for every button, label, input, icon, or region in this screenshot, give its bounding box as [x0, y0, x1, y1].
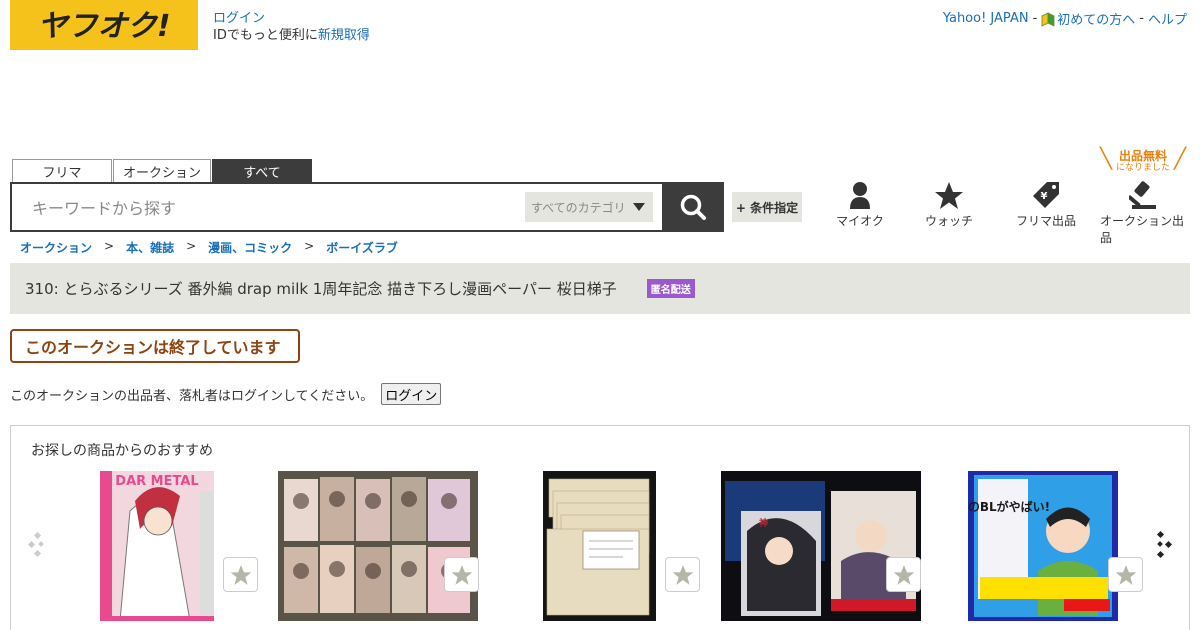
- rec-item-3-image[interactable]: [543, 471, 656, 621]
- recommendation-panel: お探しの商品からのおすすめ DAR METAL 神 のBLがやばい!: [10, 425, 1190, 630]
- nav-watch-label: ウォッチ: [924, 214, 973, 228]
- star-icon: [230, 564, 251, 585]
- search-tabs: フリマ オークション すべて: [12, 159, 313, 182]
- badge-slash-left: ╲: [1100, 146, 1113, 170]
- rec-item-5-image[interactable]: このBLがやばい!: [968, 471, 1118, 621]
- breadcrumb-bl[interactable]: ボーイズラブ: [326, 239, 398, 256]
- star-icon: [672, 564, 693, 585]
- svg-text:神: 神: [759, 517, 768, 529]
- person-icon: [850, 182, 870, 209]
- auction-ended-notice: このオークションは終了しています: [10, 329, 300, 363]
- breadcrumb-separator: >: [104, 239, 115, 253]
- item-title: 310: とらぶるシリーズ 番外編 drap milk 1周年記念 描き下ろし漫…: [25, 280, 617, 298]
- help-link[interactable]: ヘルプ: [1148, 9, 1187, 28]
- rec-item-1-watch-button[interactable]: [223, 557, 258, 592]
- login-prompt: このオークションの出品者、落札者はログインしてください。 ログイン: [10, 383, 442, 405]
- nav-auction-listing[interactable]: オークション出品: [1100, 178, 1188, 246]
- breadcrumb: オークション > 本、雑誌 > 漫画、コミック > ボーイズラブ: [20, 239, 398, 256]
- breadcrumb-comics[interactable]: 漫画、コミック: [208, 239, 292, 256]
- beginner-mark-icon: [1041, 12, 1055, 27]
- rec-item-1-image[interactable]: DAR METAL: [100, 471, 214, 621]
- star-icon: [1115, 564, 1136, 585]
- header-login-link[interactable]: ログイン: [213, 11, 265, 26]
- nav-watch[interactable]: ウォッチ: [922, 178, 976, 229]
- nav-myauction-label: マイオク: [836, 214, 884, 228]
- gavel-icon: [1129, 181, 1156, 209]
- yen-tag-icon: ¥: [1033, 182, 1059, 208]
- top-links: Yahoo! JAPAN - 初めての方へ - ヘルプ: [943, 9, 1187, 28]
- beginner-link[interactable]: 初めての方へ: [1041, 9, 1135, 28]
- signup-link[interactable]: 新規取得: [318, 28, 370, 43]
- rec-item-4-image[interactable]: 神: [721, 471, 921, 621]
- rec-item-2-image[interactable]: [278, 471, 478, 621]
- star-icon: [935, 181, 963, 209]
- search-input[interactable]: [32, 196, 512, 220]
- search-icon: [680, 194, 706, 220]
- yahuoku-logo[interactable]: ヤフオク!: [10, 0, 198, 50]
- star-icon: [451, 564, 472, 585]
- nav-flea-listing-label: フリマ出品: [1016, 214, 1077, 228]
- search-button[interactable]: [662, 182, 724, 232]
- breadcrumb-separator: >: [304, 239, 315, 253]
- breadcrumb-books[interactable]: 本、雑誌: [126, 239, 174, 256]
- category-select-label: すべてのカテゴリ: [531, 200, 626, 215]
- beginner-link-label: 初めての方へ: [1057, 13, 1136, 28]
- badge-slash-right: ╱: [1173, 146, 1186, 170]
- logo-text: ヤフオク!: [37, 9, 170, 44]
- tab-all[interactable]: すべて: [212, 159, 312, 182]
- svg-text:¥: ¥: [1041, 191, 1048, 202]
- rec-item-5-watch-button[interactable]: [1108, 557, 1143, 592]
- carousel-prev-icon[interactable]: [27, 532, 47, 558]
- breadcrumb-auction[interactable]: オークション: [20, 239, 92, 256]
- rec-item-1-cover-text: DAR METAL: [115, 474, 198, 489]
- star-icon: [893, 564, 914, 585]
- breadcrumb-separator: >: [186, 239, 197, 253]
- rec-item-3-watch-button[interactable]: [665, 557, 700, 592]
- login-area: ログイン IDでもっと便利に新規取得: [213, 10, 370, 44]
- carousel-next-icon[interactable]: [1155, 530, 1175, 560]
- category-select[interactable]: すべてのカテゴリ: [525, 192, 653, 222]
- advanced-search-button[interactable]: + 条件指定: [732, 192, 802, 222]
- nav-flea-listing[interactable]: ¥ フリマ出品: [1016, 178, 1076, 229]
- rec-item-4-watch-button[interactable]: [886, 557, 921, 592]
- signup-prefix: IDでもっと便利に: [213, 28, 318, 43]
- rec-item-2-watch-button[interactable]: [444, 557, 479, 592]
- nav-auction-listing-label: オークション出品: [1100, 214, 1185, 245]
- login-button[interactable]: ログイン: [381, 383, 442, 405]
- search-box: すべてのカテゴリ: [10, 182, 664, 232]
- top-link-separator: -: [1032, 11, 1038, 26]
- yahoo-japan-link[interactable]: Yahoo! JAPAN: [943, 11, 1029, 26]
- nav-myauction[interactable]: マイオク: [834, 178, 886, 229]
- signup-line: IDでもっと便利に新規取得: [213, 27, 370, 44]
- free-listing-badge: ╲ 出品無料 になりました ╱: [1100, 146, 1186, 174]
- login-prompt-text: このオークションの出品者、落札者はログインしてください。: [10, 388, 374, 404]
- top-link-separator: -: [1139, 11, 1144, 26]
- recommendation-title: お探しの商品からのおすすめ: [31, 443, 213, 459]
- tab-auction[interactable]: オークション: [113, 159, 211, 182]
- rec-item-5-cover-text: このBLがやばい!: [968, 499, 1050, 514]
- tab-flea-market[interactable]: フリマ: [12, 159, 112, 182]
- item-title-bar: 310: とらぶるシリーズ 番外編 drap milk 1周年記念 描き下ろし漫…: [10, 263, 1190, 314]
- anonymous-shipping-badge: 匿名配送: [646, 279, 695, 298]
- chevron-down-icon: [633, 203, 645, 211]
